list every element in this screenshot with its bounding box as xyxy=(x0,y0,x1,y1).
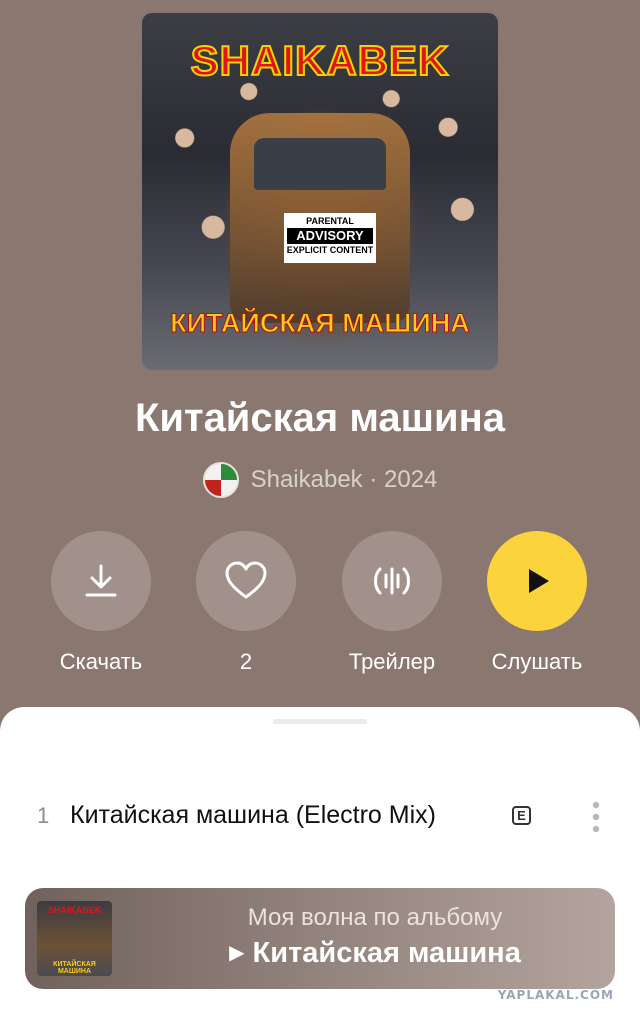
action-buttons: Скачать 2 Трейлер Слушать xyxy=(0,531,640,674)
watermark: YAPLAKAL.COM xyxy=(497,988,614,1002)
heart-icon xyxy=(225,561,267,599)
thumb-title-text: КИТАЙСКАЯ МАШИНА xyxy=(53,961,96,975)
album-title: Китайская машина xyxy=(134,396,506,440)
track-number: 1 xyxy=(37,803,50,828)
trailer-circle[interactable] xyxy=(342,531,442,631)
sheet-drag-handle[interactable] xyxy=(273,719,367,724)
like-button[interactable]: 2 xyxy=(176,531,316,675)
artist-row[interactable]: Shaikabek · 2024 xyxy=(0,462,640,498)
advisory-line-1: PARENTAL xyxy=(306,216,354,226)
cover-artist-text: SHAIKABEK xyxy=(190,36,450,85)
album-cover: SHAIKABEK PARENTAL ADVISORY EXPLICIT CON… xyxy=(142,13,498,370)
play-triangle-icon: ▶ xyxy=(229,942,245,964)
track-row[interactable]: 1 Китайская машина (Electro Mix) E xyxy=(0,795,640,839)
track-more-button[interactable] xyxy=(583,795,609,839)
wave-cover-thumbnail: SHAIKABEK КИТАЙСКАЯ МАШИНА xyxy=(37,901,112,976)
waveform-icon xyxy=(374,567,410,595)
listen-button[interactable]: Слушать xyxy=(467,531,607,675)
track-sheet: 1 Китайская машина (Electro Mix) E SHAIK… xyxy=(0,707,640,1028)
wave-title: Китайская машина xyxy=(252,937,521,969)
wave-subtitle: Моя волна по альбому xyxy=(247,904,503,931)
listen-label: Слушать xyxy=(491,649,583,674)
like-circle[interactable] xyxy=(196,531,296,631)
artist-avatar[interactable] xyxy=(202,462,239,498)
wave-title-row[interactable]: ▶ Китайская машина xyxy=(135,937,615,970)
trailer-button[interactable]: Трейлер xyxy=(322,531,462,675)
thumb-artist-text: SHAIKABEK xyxy=(47,905,102,915)
advisory-line-2: ADVISORY xyxy=(287,228,373,244)
cover-car-windshield xyxy=(254,138,386,190)
explicit-badge: E xyxy=(512,806,531,825)
trailer-label: Трейлер xyxy=(348,649,436,674)
play-circle[interactable] xyxy=(487,531,587,631)
play-icon xyxy=(529,569,549,593)
track-title[interactable]: Китайская машина (Electro Mix) xyxy=(70,801,436,830)
year-separator: · xyxy=(369,466,378,493)
parental-advisory-label: PARENTAL ADVISORY EXPLICIT CONTENT xyxy=(284,213,376,263)
download-icon xyxy=(85,564,117,597)
download-circle[interactable] xyxy=(51,531,151,631)
advisory-line-3: EXPLICIT CONTENT xyxy=(286,245,374,255)
more-vertical-icon xyxy=(592,801,600,833)
artist-name[interactable]: Shaikabek xyxy=(251,466,363,493)
album-year: 2024 xyxy=(384,466,438,493)
download-button[interactable]: Скачать xyxy=(31,531,171,675)
download-label: Скачать xyxy=(59,649,143,674)
like-count: 2 xyxy=(239,649,253,674)
cover-title-text: КИТАЙСКАЯ МАШИНА xyxy=(170,308,471,339)
my-wave-banner[interactable]: SHAIKABEK КИТАЙСКАЯ МАШИНА Моя волна по … xyxy=(25,888,615,989)
